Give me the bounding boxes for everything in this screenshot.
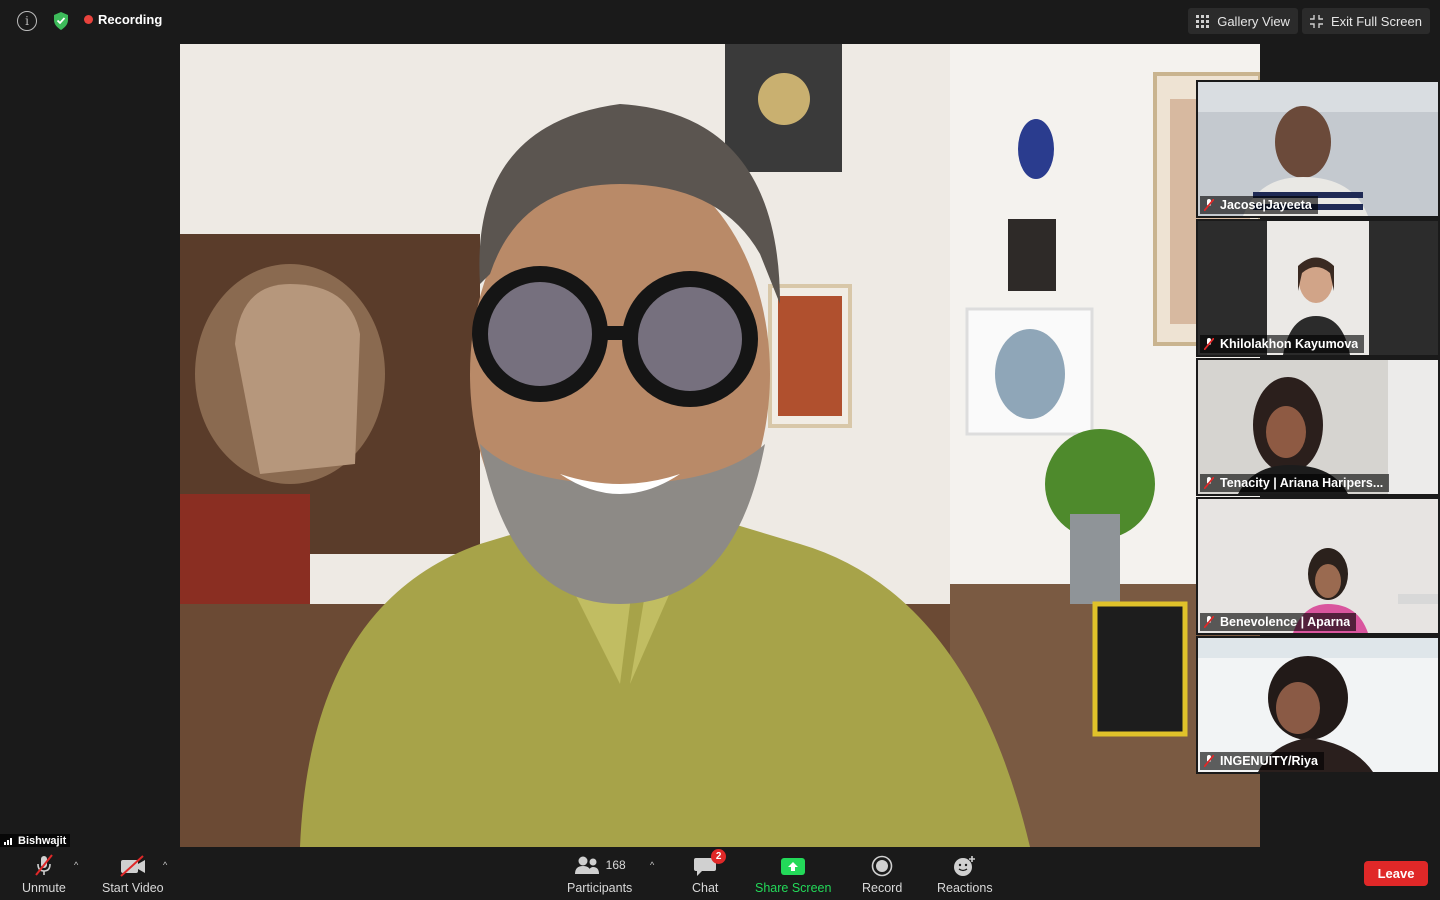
chat-label: Chat — [692, 881, 719, 895]
active-speaker-name-tag: Bishwajit — [0, 834, 71, 847]
participants-icon — [574, 856, 599, 874]
chat-button[interactable]: 2 Chat — [692, 849, 727, 895]
participant-tile[interactable]: Tenacity | Ariana Haripers... — [1196, 358, 1440, 496]
exit-full-screen-button[interactable]: Exit Full Screen — [1301, 8, 1430, 34]
record-icon — [871, 855, 893, 877]
shield-icon[interactable] — [52, 11, 70, 31]
participants-count: 168 — [605, 858, 626, 872]
participant-tile[interactable]: Jacose|Jayeeta — [1196, 80, 1440, 218]
share-screen-button[interactable]: Share Screen — [755, 853, 831, 895]
exit-fullscreen-icon — [1309, 14, 1323, 28]
recording-indicator[interactable]: Recording — [84, 12, 162, 27]
participant-tile[interactable]: INGENUITY/Riya — [1196, 636, 1440, 774]
mic-muted-icon — [1204, 755, 1214, 767]
meeting-controls-toolbar: Unmute ^ Start Video ^ 168 Participants … — [0, 847, 1440, 900]
record-button[interactable]: Record — [862, 853, 902, 895]
participants-button[interactable]: 168 Participants — [567, 853, 632, 895]
participant-name-tag: Khilolakhon Kayumova — [1200, 335, 1365, 353]
gallery-view-label: Gallery View — [1217, 13, 1290, 29]
participants-options-caret-icon[interactable]: ^ — [650, 860, 654, 870]
grid-icon — [1196, 14, 1210, 28]
participant-name-tag: INGENUITY/Riya — [1200, 752, 1324, 770]
participant-tile[interactable]: Benevolence | Aparna — [1196, 497, 1440, 635]
reactions-smiley-icon — [953, 856, 975, 876]
participant-name-tag: Tenacity | Ariana Haripers... — [1200, 474, 1390, 492]
video-options-caret-icon[interactable]: ^ — [163, 860, 167, 870]
info-icon[interactable]: i — [17, 11, 37, 31]
mic-muted-icon — [1204, 338, 1214, 350]
participant-name-tag: Jacose|Jayeeta — [1200, 196, 1318, 214]
share-screen-label: Share Screen — [755, 881, 832, 895]
unmute-label: Unmute — [22, 881, 66, 895]
participants-label: Participants — [567, 881, 633, 895]
gallery-view-button[interactable]: Gallery View — [1188, 8, 1298, 34]
leave-button[interactable]: Leave — [1364, 861, 1428, 886]
mic-muted-icon — [1204, 477, 1214, 489]
unmute-button[interactable]: Unmute — [22, 853, 66, 895]
mic-muted-icon — [1204, 199, 1214, 211]
exit-full-screen-label: Exit Full Screen — [1330, 13, 1422, 29]
chat-unread-badge: 2 — [711, 849, 727, 864]
start-video-button[interactable]: Start Video — [102, 853, 164, 895]
participant-name-tag: Benevolence | Aparna — [1200, 613, 1357, 631]
recording-label: Recording — [98, 12, 163, 27]
share-screen-icon — [781, 858, 806, 875]
reactions-button[interactable]: Reactions — [937, 853, 993, 895]
participant-tile[interactable]: Khilolakhon Kayumova — [1196, 219, 1440, 357]
mic-muted-icon — [1204, 616, 1214, 628]
audio-options-caret-icon[interactable]: ^ — [74, 860, 78, 870]
speaker-video-frame — [180, 44, 1260, 847]
meeting-top-bar: i Recording Gallery View Exit Full Scree… — [0, 0, 1440, 42]
reactions-label: Reactions — [937, 881, 993, 895]
microphone-muted-icon — [35, 854, 53, 876]
signal-bars-icon — [4, 838, 12, 845]
recording-dot-icon — [84, 15, 93, 24]
record-label: Record — [862, 881, 903, 895]
video-camera-off-icon — [120, 855, 145, 877]
active-speaker-video — [180, 44, 1260, 847]
start-video-label: Start Video — [102, 881, 164, 895]
